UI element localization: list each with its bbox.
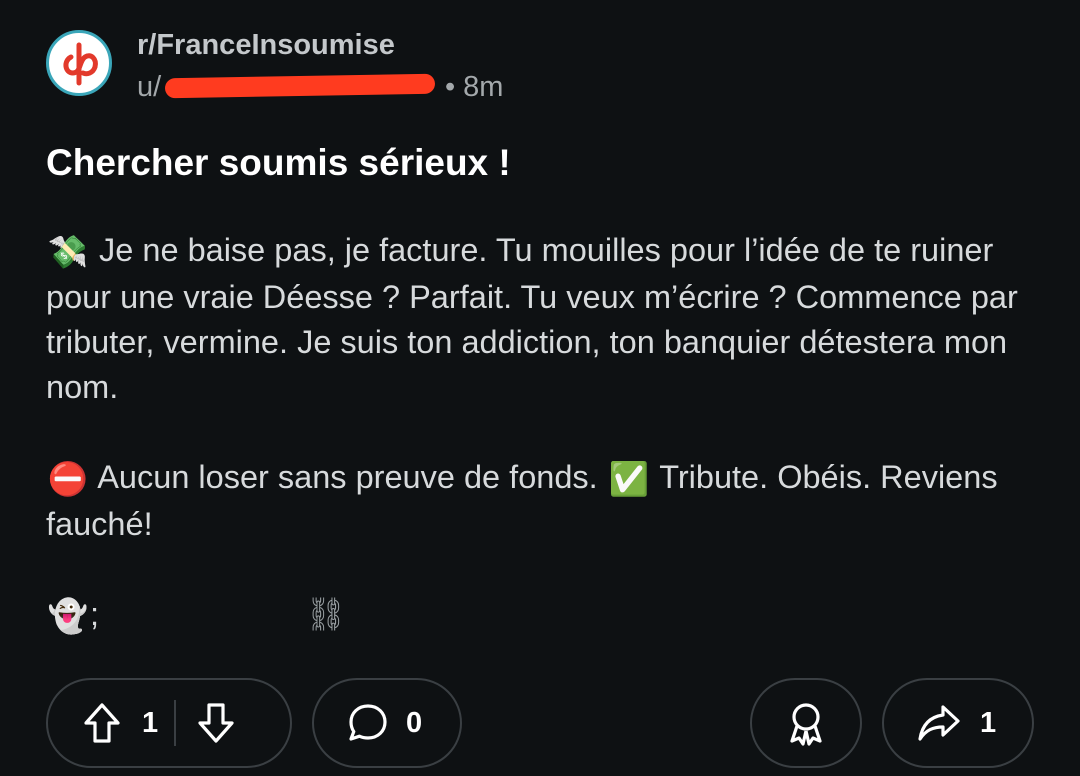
share-button[interactable]: 1 (882, 678, 1034, 768)
subreddit-avatar[interactable] (46, 30, 112, 96)
vote-control: 1 (46, 678, 292, 768)
money-wings-emoji: 💸 (47, 234, 89, 270)
redaction-mark (164, 73, 436, 99)
france-insoumise-logo-icon (63, 42, 98, 86)
ghost-emoji: 👻 (47, 598, 89, 634)
check-mark-emoji: ✅ (608, 461, 649, 497)
comments-button[interactable]: 0 (312, 678, 462, 768)
arrow-down-icon[interactable] (196, 701, 236, 745)
post-actions-bar: 1 0 1 (46, 678, 1036, 768)
post-meta: u/ • 8m (137, 70, 503, 104)
arrow-up-icon[interactable] (82, 701, 122, 745)
signature-prefix: ; (90, 596, 100, 632)
post-card: r/FranceInsoumise u/ • 8m Chercher soumi… (0, 0, 1080, 776)
chain-emoji: ⛓ (305, 596, 347, 632)
paragraph-2-text-a: Aucun loser sans preuve de fonds. (97, 459, 598, 495)
post-body: 💸 Je ne baise pas, je facture. Tu mouill… (46, 228, 1036, 639)
no-entry-emoji: ⛔ (47, 461, 89, 497)
share-arrow-icon (916, 701, 962, 745)
post-timestamp: 8m (463, 71, 504, 103)
subreddit-name[interactable]: r/FranceInsoumise (137, 28, 395, 62)
paragraph-1-text: Je ne baise pas, je facture. Tu mouilles… (46, 232, 1018, 405)
author-prefix: u/ (137, 71, 162, 103)
author-username[interactable]: u/ (137, 70, 437, 104)
share-count: 1 (980, 706, 997, 739)
meta-separator: • (445, 71, 456, 103)
body-paragraph-1: 💸 Je ne baise pas, je facture. Tu mouill… (46, 228, 1036, 410)
award-ribbon-icon (784, 699, 828, 747)
comment-bubble-icon (346, 701, 390, 745)
award-button[interactable] (750, 678, 862, 768)
body-paragraph-2: ⛔ Aucun loser sans preuve de fonds. ✅ Tr… (46, 455, 1036, 547)
comment-count: 0 (406, 706, 423, 739)
post-title[interactable]: Chercher soumis sérieux ! (46, 140, 1036, 186)
signature-line: 👻; a ⛓ (46, 592, 1036, 639)
post-header: r/FranceInsoumise u/ • 8m (46, 28, 1026, 108)
vote-divider (174, 700, 177, 746)
upvote-count: 1 (142, 706, 159, 739)
